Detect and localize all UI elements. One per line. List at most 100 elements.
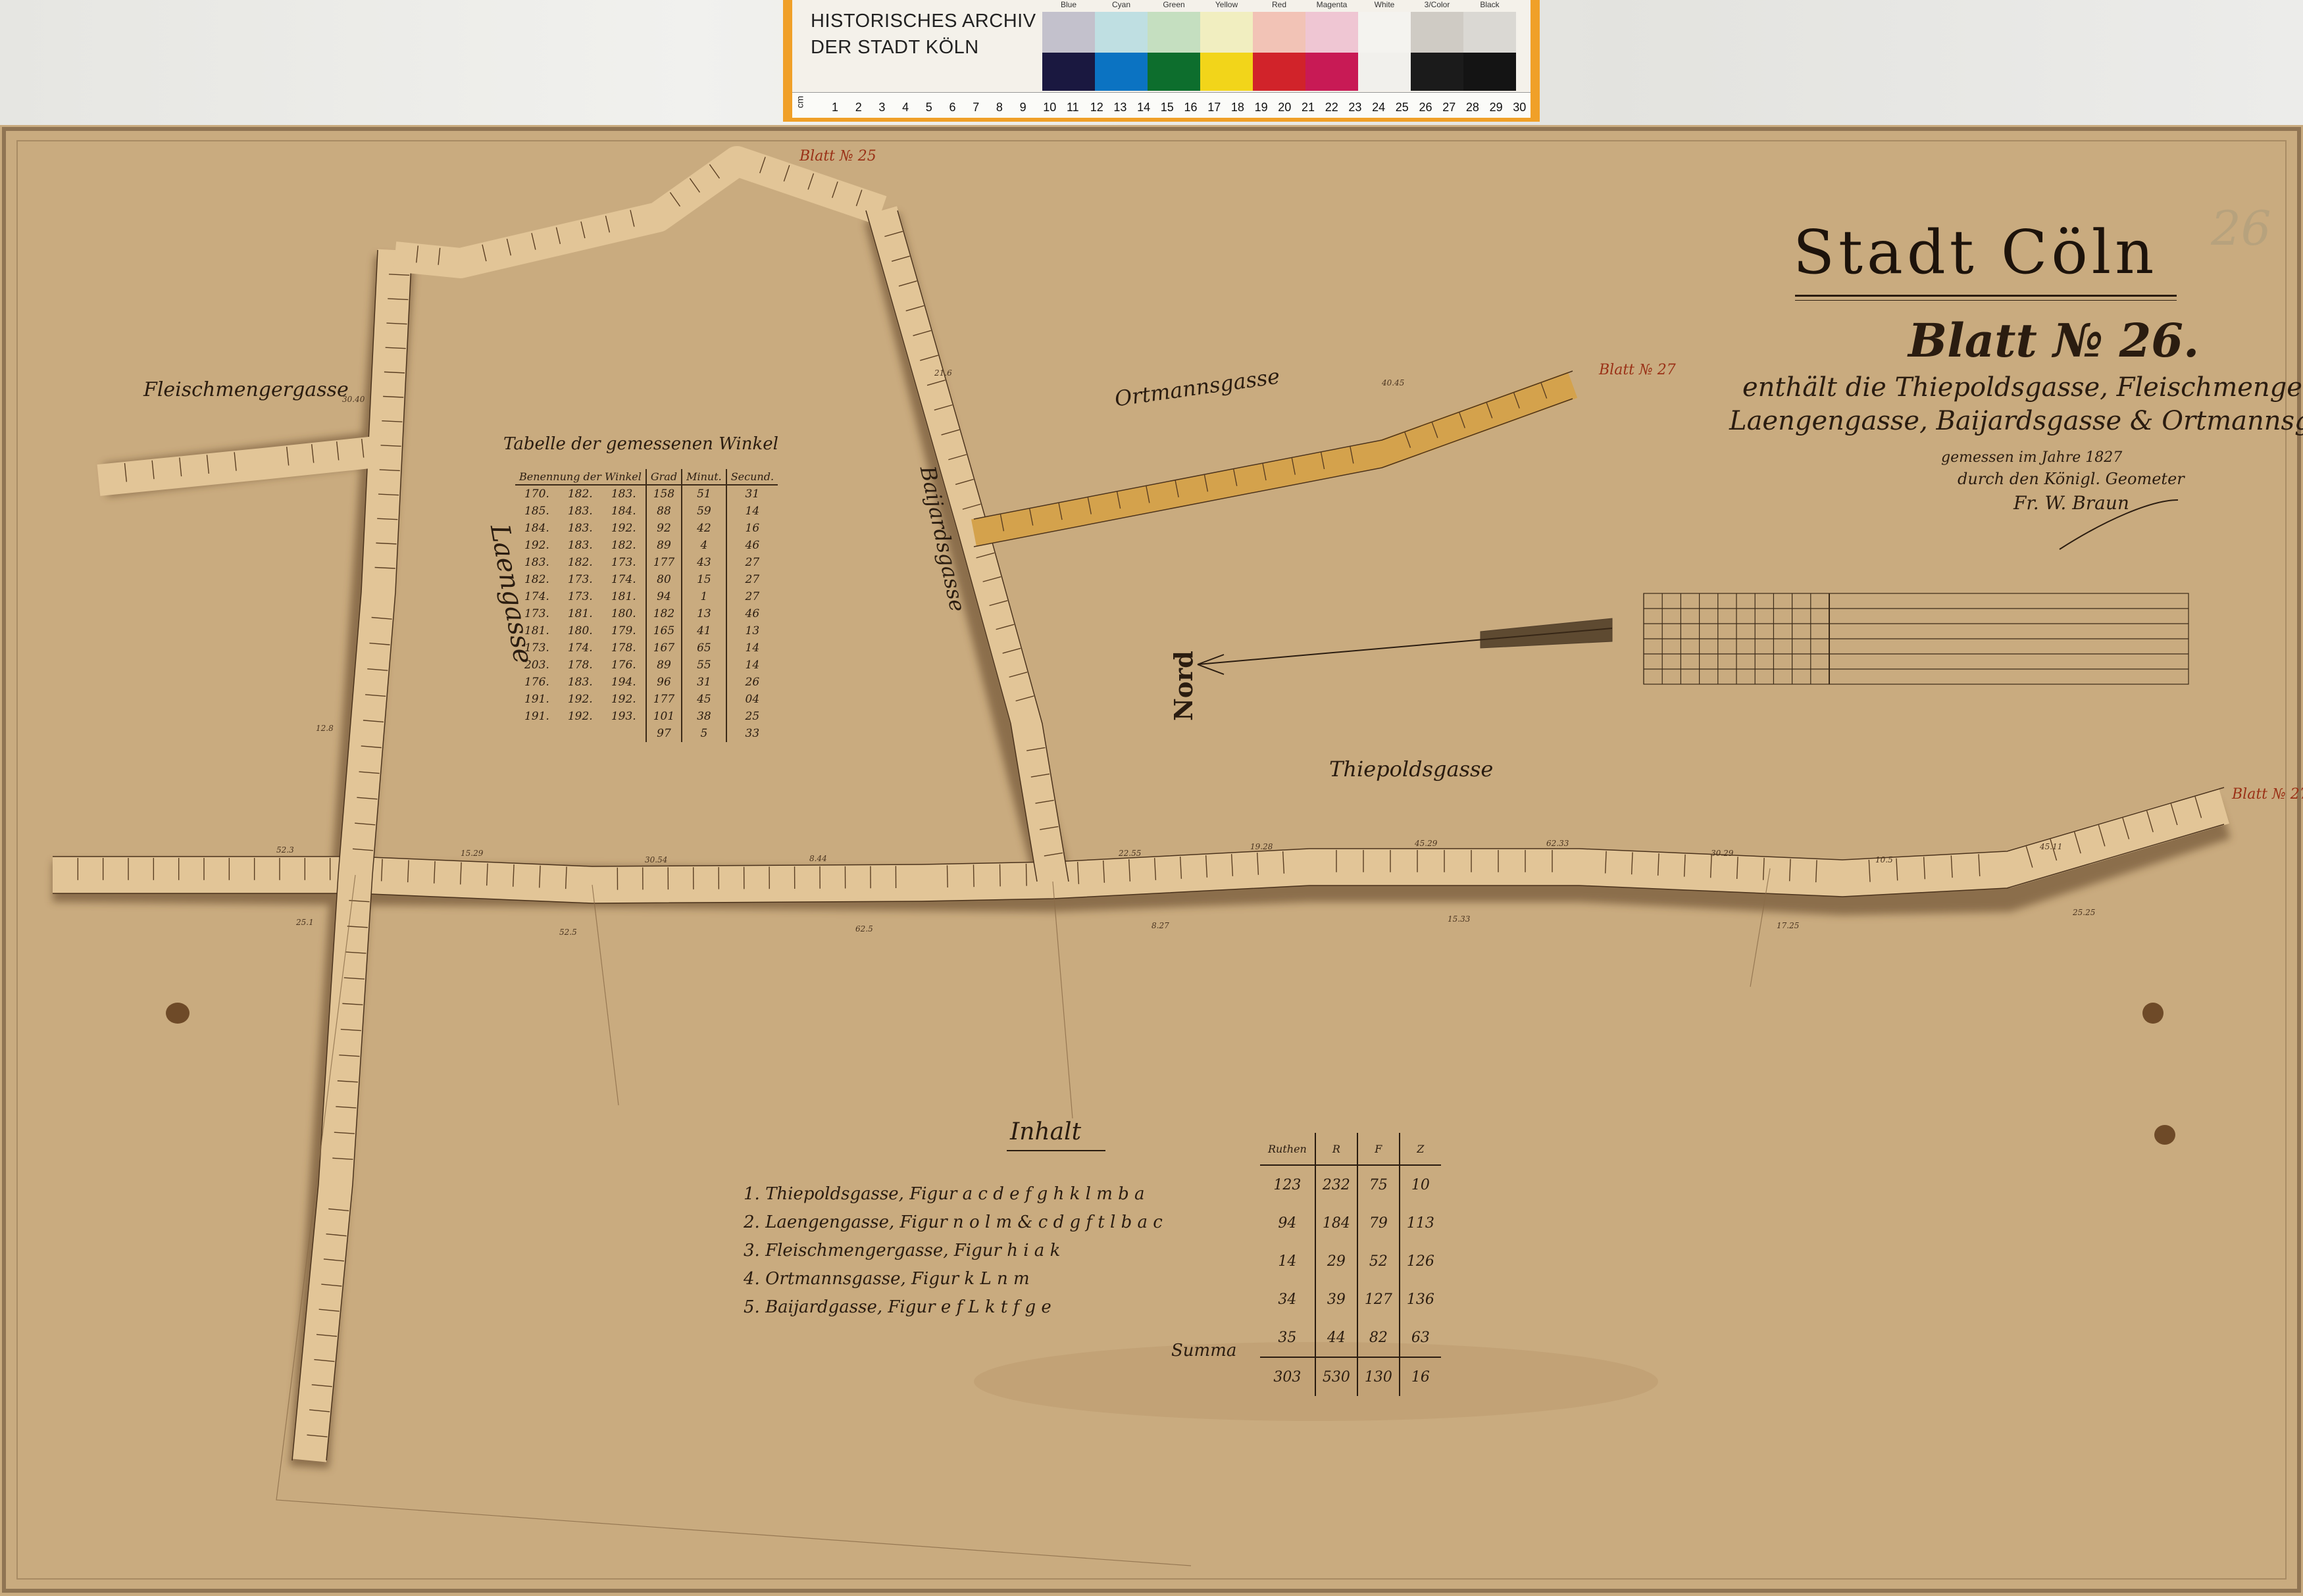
ruler-number: 19 — [1254, 101, 1268, 114]
angle-table-cell: 31 — [725, 485, 778, 503]
angle-table-cell: 192. — [567, 693, 593, 706]
angle-table-row: 173. 174. 178. 167 65 14 — [515, 639, 778, 657]
adjacent-sheet-ref-north: Blatt № 25 — [799, 148, 876, 164]
angle-table-cell: 192. — [611, 522, 636, 535]
angle-table-row: 183. 182. 173. 177 43 27 — [515, 554, 778, 571]
ruler-number: 27 — [1442, 101, 1456, 114]
angle-table-cell: 180. — [567, 624, 593, 637]
adjacent-sheet-ref-southeast: Blatt № 27 — [2232, 786, 2303, 803]
angle-table-cell: 181. — [611, 590, 636, 603]
ruler-number: 17 — [1207, 101, 1221, 114]
street-label-thiepoldsgasse: Thiepoldsgasse — [1329, 757, 1494, 782]
angle-table-cell: 174. — [524, 590, 549, 603]
angle-table-cell: 45 — [681, 691, 726, 708]
angle-table-cell: 176. — [611, 659, 636, 672]
ruler-number: 14 — [1137, 101, 1151, 114]
angle-table-cell: 192. — [524, 539, 549, 552]
measurement-label: 25.25 — [2073, 908, 2096, 917]
title-underline — [1795, 295, 2177, 301]
archive-name-line2: DER STADT KÖLN — [811, 37, 979, 58]
angle-table-cell: 65 — [681, 639, 726, 657]
street-laengengasse-shape — [292, 249, 412, 1462]
ruler-number: 23 — [1348, 101, 1362, 114]
angle-table-cell: 04 — [725, 691, 778, 708]
angle-table-row: 170. 182. 183. 158 51 31 — [515, 485, 778, 503]
stain — [2142, 1003, 2164, 1024]
measurement-label: 30.40 — [342, 395, 365, 404]
swatch-label: 3/Color — [1424, 0, 1450, 9]
swatch-light — [1200, 12, 1253, 53]
angle-table-cell: 183. — [567, 522, 593, 535]
swatch-label: Cyan — [1111, 0, 1130, 9]
angle-table-cell: 183. — [611, 487, 636, 501]
contents-item: 4. Ortmannsgasse, Figur k L n m — [744, 1269, 1030, 1289]
ruler-number: 11 — [1067, 101, 1079, 114]
angle-table-cell: 14 — [725, 657, 778, 674]
ruler-number: 30 — [1513, 101, 1527, 114]
angle-table-cell: 174. — [611, 573, 636, 586]
plot-boundary-tick — [973, 864, 974, 887]
swatch-dark — [1148, 53, 1200, 91]
ruler-number: 20 — [1278, 101, 1292, 114]
measurement-label: 30.54 — [645, 855, 668, 864]
contents-heading: Inhalt — [1010, 1118, 1082, 1145]
ruler-number: 1 — [832, 101, 839, 114]
angle-table-cell: 43 — [681, 554, 726, 571]
angle-table-row: 181. 180. 179. 165 41 13 — [515, 622, 778, 639]
angle-table-cell: 42 — [681, 520, 726, 537]
measurement-label: 62.5 — [855, 924, 873, 934]
angle-table-cell: 178. — [611, 641, 636, 655]
ruler-number: 28 — [1465, 101, 1479, 114]
street-baijardgasse-shape — [866, 206, 1069, 884]
ruler-number: 16 — [1184, 101, 1198, 114]
angle-table-cell: 184. — [611, 505, 636, 518]
street-ortmannsgasse-shape — [971, 372, 1578, 547]
angle-table-cell: 173. — [524, 641, 549, 655]
angle-table-cell: 33 — [725, 725, 778, 742]
swatch-light — [1042, 12, 1095, 53]
ruler-number: 7 — [973, 101, 980, 114]
cm-ruler: cm 1 2 3 4 5 6 7 8 9 10 11 12 13 14 15 16 17 18 19 20 21 22 23… — [792, 92, 1531, 118]
angle-table-cell: 97 — [645, 725, 682, 742]
angle-table-header-min: Minut. — [681, 469, 726, 486]
angle-table-row: 176. 183. 194. 96 31 26 — [515, 674, 778, 691]
ruler-number: 10 — [1043, 101, 1057, 114]
sum-table-cell: 82 — [1356, 1318, 1400, 1357]
sum-table-cell: 63 — [1398, 1318, 1441, 1357]
angle-table-cell: 5 — [681, 725, 726, 742]
sum-table-header: F — [1356, 1133, 1400, 1166]
contents-description-line1: enthält die Thiepoldsgasse, Fleischmenge… — [1742, 372, 2303, 403]
swatch-dark — [1095, 53, 1148, 91]
sum-table-row: 35 44 82 63 — [1260, 1318, 1441, 1357]
angle-table-cell: 173. — [611, 556, 636, 569]
angle-table-cell: 182. — [567, 556, 593, 569]
angle-table-cell: 185. — [524, 505, 549, 518]
swatch-dark — [1411, 53, 1463, 91]
street-label-fleischmengergasse: Fleischmengergasse — [143, 378, 349, 401]
angle-table-row: 203. 178. 176. 89 55 14 — [515, 657, 778, 674]
sum-table-row: 94 184 79 113 — [1260, 1204, 1441, 1242]
angle-table-cell: 89 — [645, 657, 682, 674]
swatch-label: Black — [1480, 0, 1500, 9]
sum-table-total-cell: 16 — [1398, 1357, 1441, 1396]
angle-table-cell: 51 — [681, 485, 726, 503]
angle-table-cell: 183. — [567, 505, 593, 518]
angle-table-cell: 192. — [611, 693, 636, 706]
angle-table-cell: 26 — [725, 674, 778, 691]
street-fleischmengergasse-shape — [97, 435, 390, 496]
map-title: Stadt Cöln — [1793, 217, 2158, 287]
angle-table-cell: 15 — [681, 571, 726, 588]
angle-table-cell: 193. — [611, 710, 636, 723]
scale-bar — [1643, 593, 2189, 685]
angle-table-cell — [602, 725, 646, 742]
ruler-unit: cm — [794, 95, 805, 109]
stain — [2154, 1125, 2175, 1145]
sum-label: Summa — [1171, 1341, 1237, 1360]
surveyor-line1: durch den Königl. Geometer — [1958, 470, 2185, 488]
angle-table-row: 173. 181. 180. 182 13 46 — [515, 605, 778, 622]
sum-table-total-cell: 303 — [1260, 1357, 1315, 1396]
angle-table-cell: 89 — [645, 537, 682, 554]
angle-table-cell: 41 — [681, 622, 726, 639]
street-thiepoldsgasse-shape — [53, 788, 2229, 903]
angle-table-cell: 177 — [645, 691, 682, 708]
